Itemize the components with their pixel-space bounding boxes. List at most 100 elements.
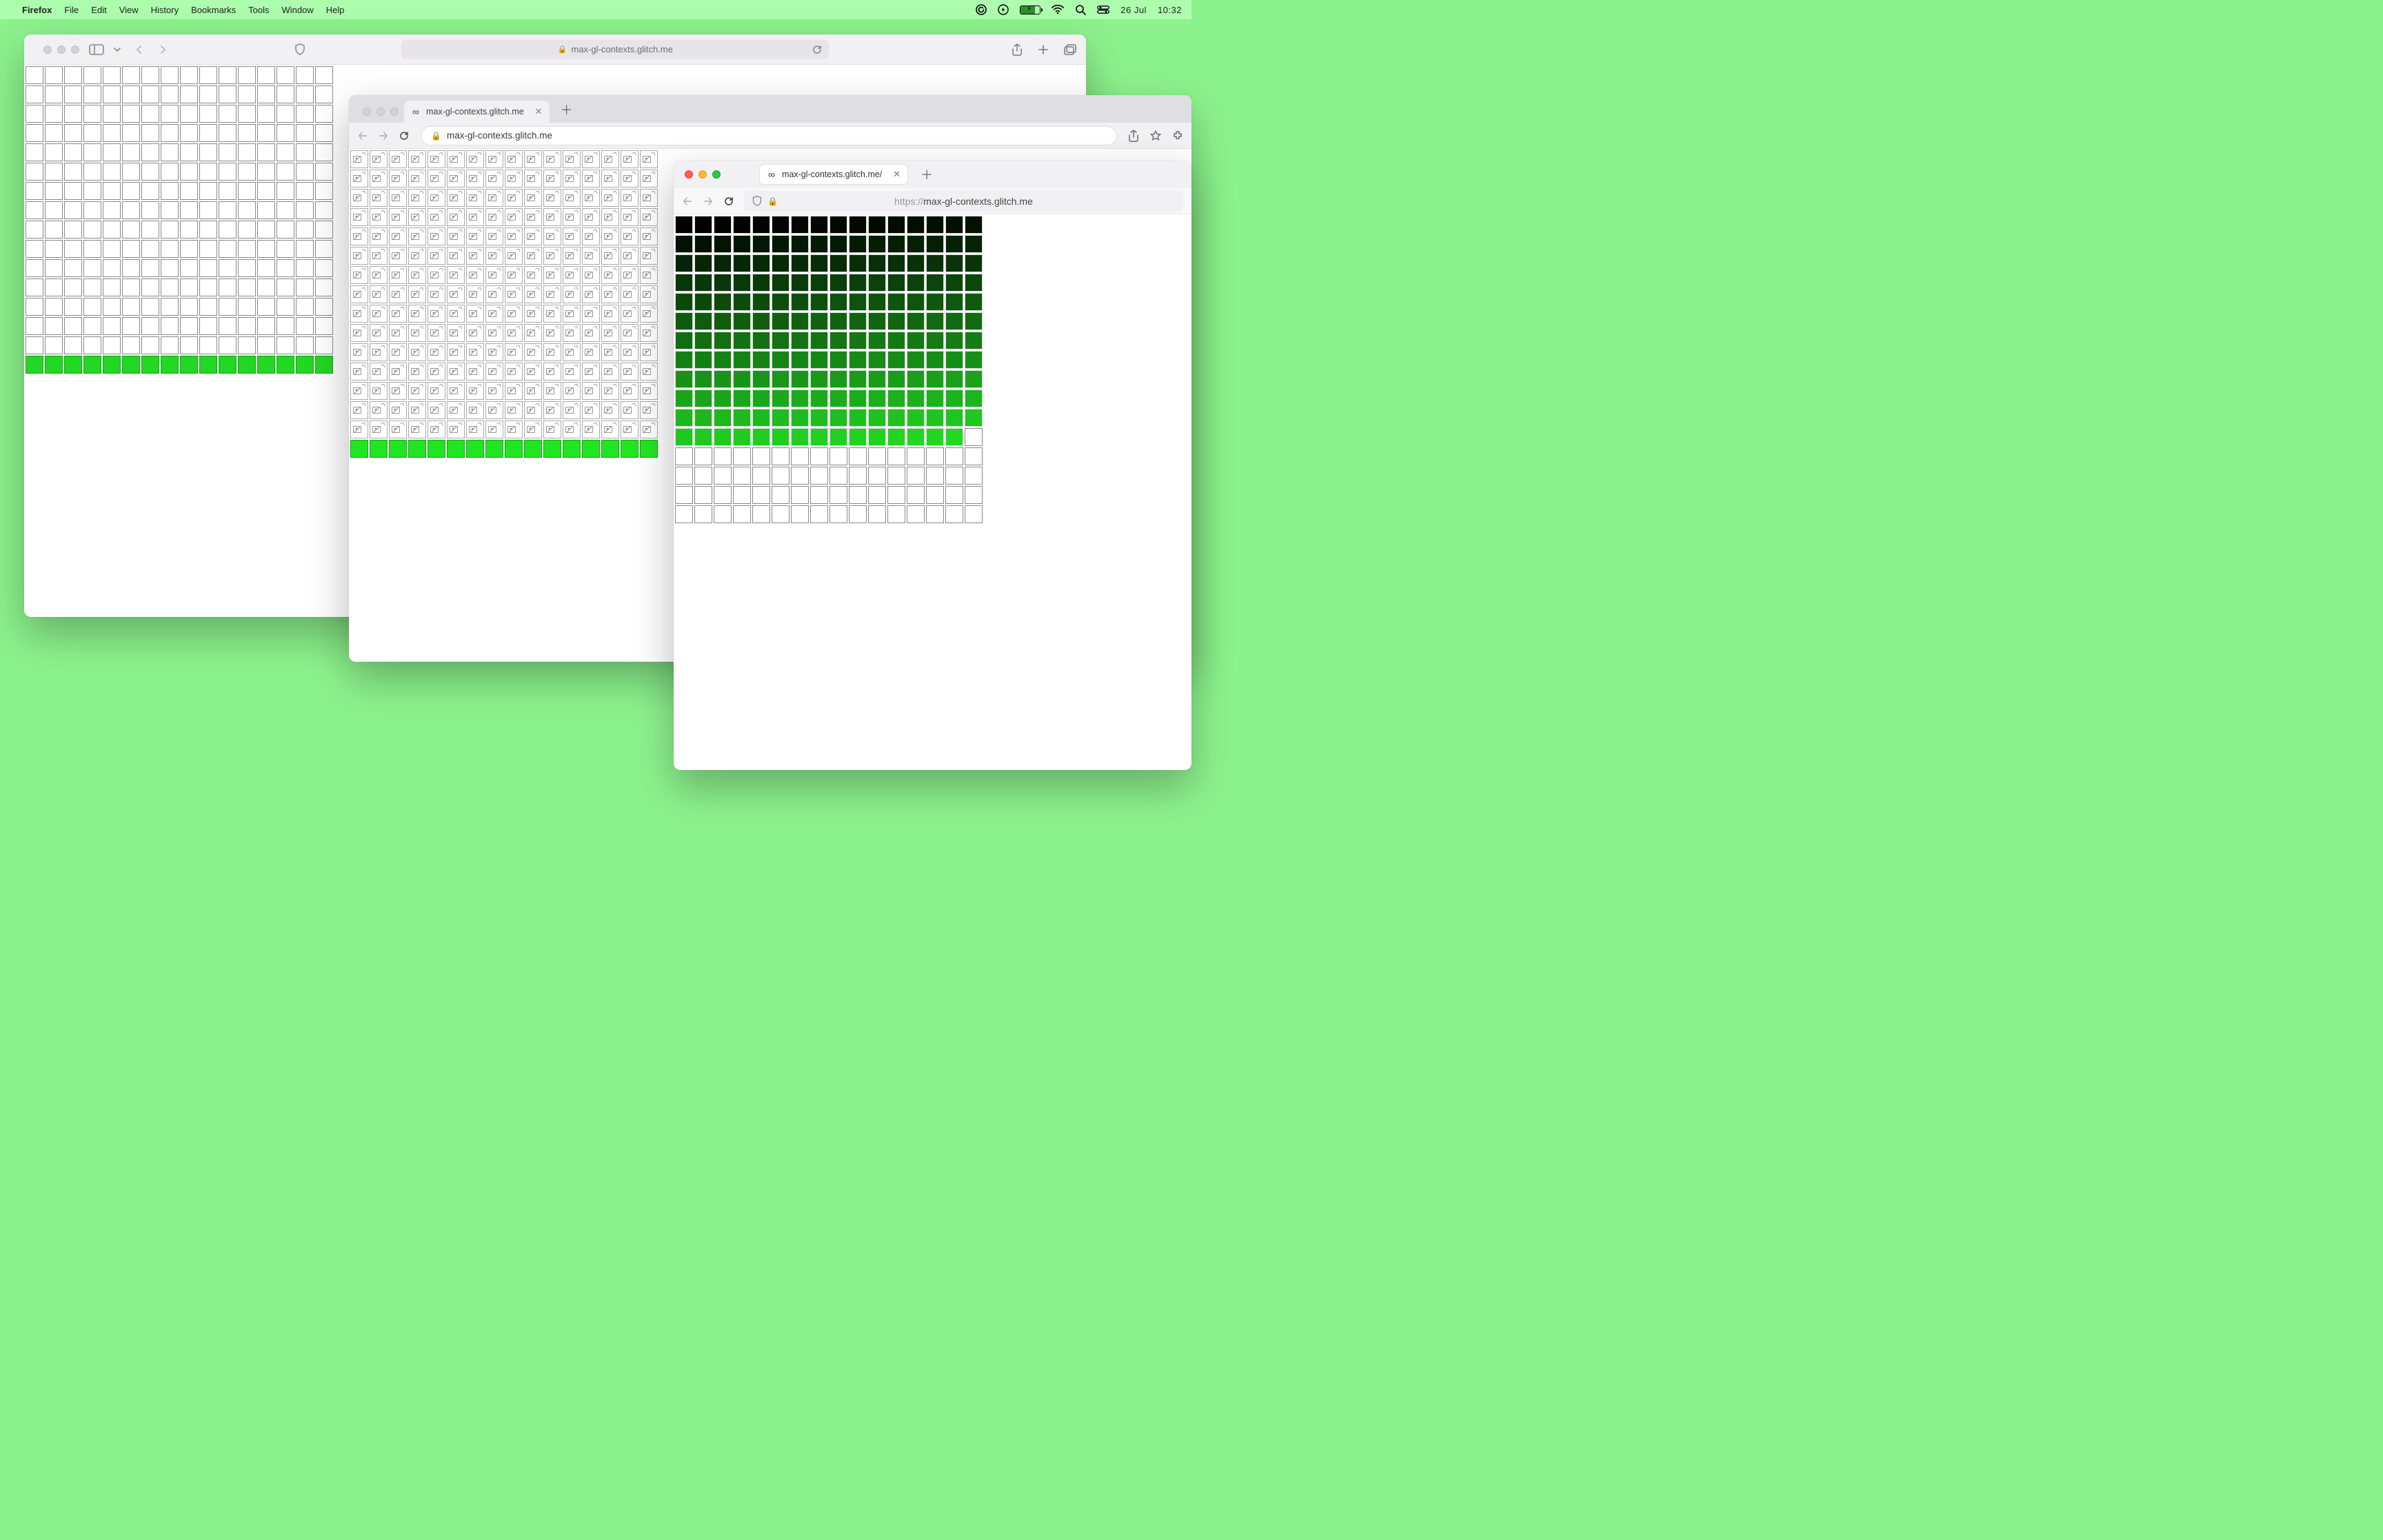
minimize-traffic-light[interactable] xyxy=(376,108,385,116)
canvas-cell xyxy=(428,363,445,381)
canvas-cell xyxy=(428,401,445,419)
canvas-cell xyxy=(714,389,732,407)
canvas-cell xyxy=(199,356,217,374)
canvas-cell xyxy=(122,66,140,84)
menu-tools[interactable]: Tools xyxy=(248,5,269,15)
menubar-clock[interactable]: 10:32 xyxy=(1158,5,1182,15)
canvas-cell xyxy=(733,505,751,523)
privacy-shield-icon[interactable] xyxy=(294,43,305,56)
tab-close-icon[interactable]: ✕ xyxy=(535,106,543,117)
canvas-cell xyxy=(505,440,523,458)
safari-traffic-lights[interactable] xyxy=(34,45,79,54)
new-tab-button[interactable]: ＋ xyxy=(561,101,573,119)
canvas-cell xyxy=(887,409,905,427)
canvas-cell xyxy=(752,409,770,427)
canvas-cell xyxy=(83,143,101,161)
menu-history[interactable]: History xyxy=(151,5,179,15)
canvas-cell xyxy=(296,317,314,335)
zoom-traffic-light[interactable] xyxy=(71,45,79,54)
lock-icon: 🔒 xyxy=(431,131,441,141)
firefox-tab[interactable]: ∞ max-gl-contexts.glitch.me/ ✕ xyxy=(759,164,908,185)
menu-bookmarks[interactable]: Bookmarks xyxy=(191,5,236,15)
close-traffic-light[interactable] xyxy=(685,170,693,179)
menu-view[interactable]: View xyxy=(119,5,139,15)
canvas-cell xyxy=(505,285,523,303)
canvas-cell xyxy=(524,227,542,245)
canvas-cell xyxy=(621,363,639,381)
share-icon[interactable] xyxy=(1012,43,1023,56)
canvas-cell xyxy=(810,332,828,349)
spotlight-search-icon[interactable] xyxy=(1075,4,1086,15)
chrome-omnibox[interactable]: 🔒 max-gl-contexts.glitch.me xyxy=(421,126,1117,145)
sidebar-toggle-icon[interactable] xyxy=(89,44,104,55)
bookmark-star-icon[interactable] xyxy=(1150,130,1161,142)
canvas-cell xyxy=(714,505,732,523)
grammarly-icon[interactable] xyxy=(976,4,987,15)
canvas-cell xyxy=(199,182,217,200)
forward-button[interactable] xyxy=(158,45,168,54)
firefox-traffic-lights[interactable] xyxy=(679,170,725,179)
menu-window[interactable]: Window xyxy=(282,5,314,15)
close-traffic-light[interactable] xyxy=(363,108,371,116)
menu-help[interactable]: Help xyxy=(326,5,345,15)
wifi-icon[interactable] xyxy=(1052,5,1064,14)
tab-close-icon[interactable]: ✕ xyxy=(893,169,901,180)
safari-address-bar[interactable]: 🔒 max-gl-contexts.glitch.me xyxy=(401,40,829,59)
close-traffic-light[interactable] xyxy=(43,45,52,54)
reload-icon[interactable] xyxy=(812,45,822,54)
canvas-cell xyxy=(257,124,275,142)
canvas-cell xyxy=(315,182,333,200)
back-button[interactable] xyxy=(134,45,144,54)
reload-button[interactable] xyxy=(399,130,410,141)
canvas-cell xyxy=(926,505,944,523)
canvas-cell xyxy=(83,182,101,200)
new-tab-icon[interactable] xyxy=(1038,43,1049,56)
canvas-cell xyxy=(965,235,983,253)
menu-file[interactable]: File xyxy=(64,5,79,15)
canvas-cell xyxy=(219,278,237,296)
share-icon[interactable] xyxy=(1128,130,1139,142)
forward-button[interactable] xyxy=(703,196,714,207)
canvas-cell xyxy=(315,356,333,374)
menu-edit[interactable]: Edit xyxy=(91,5,106,15)
tab-overview-icon[interactable] xyxy=(1064,43,1076,56)
control-center-icon[interactable] xyxy=(1097,6,1109,14)
canvas-cell xyxy=(810,216,828,234)
tracking-shield-icon[interactable] xyxy=(752,196,762,207)
firefox-tab-title: max-gl-contexts.glitch.me/ xyxy=(782,170,882,179)
canvas-cell xyxy=(408,189,426,207)
canvas-cell xyxy=(276,124,294,142)
zoom-traffic-light[interactable] xyxy=(712,170,721,179)
canvas-cell xyxy=(582,363,600,381)
chevron-down-icon[interactable] xyxy=(114,46,121,53)
minimize-traffic-light[interactable] xyxy=(698,170,707,179)
menubar-date[interactable]: 26 Jul xyxy=(1120,5,1147,15)
canvas-cell xyxy=(45,201,63,219)
canvas-cell xyxy=(810,370,828,388)
chrome-traffic-lights[interactable] xyxy=(356,108,404,123)
canvas-cell xyxy=(276,143,294,161)
canvas-cell xyxy=(640,266,658,284)
canvas-cell xyxy=(791,351,809,369)
battery-icon[interactable]: ⚡︎ xyxy=(1020,6,1040,14)
canvas-cell xyxy=(926,235,944,253)
canvas-cell xyxy=(733,351,751,369)
canvas-cell xyxy=(733,370,751,388)
canvas-cell xyxy=(26,182,43,200)
firefox-urlbar[interactable]: 🔒 https://max-gl-contexts.glitch.me xyxy=(744,191,1183,212)
forward-button[interactable] xyxy=(378,130,389,141)
canvas-cell xyxy=(772,312,790,330)
zoom-traffic-light[interactable] xyxy=(390,108,399,116)
media-playing-icon[interactable] xyxy=(998,4,1009,15)
back-button[interactable] xyxy=(682,196,693,207)
chrome-tab[interactable]: ∞ max-gl-contexts.glitch.me ✕ xyxy=(404,101,550,123)
canvas-cell xyxy=(238,317,256,335)
new-tab-button[interactable]: ＋ xyxy=(921,165,933,183)
extensions-icon[interactable] xyxy=(1172,130,1183,142)
back-button[interactable] xyxy=(357,130,368,141)
canvas-cell xyxy=(447,208,465,226)
minimize-traffic-light[interactable] xyxy=(57,45,66,54)
menubar-app-name[interactable]: Firefox xyxy=(22,5,52,15)
canvas-cell xyxy=(543,247,561,265)
reload-button[interactable] xyxy=(723,196,734,207)
